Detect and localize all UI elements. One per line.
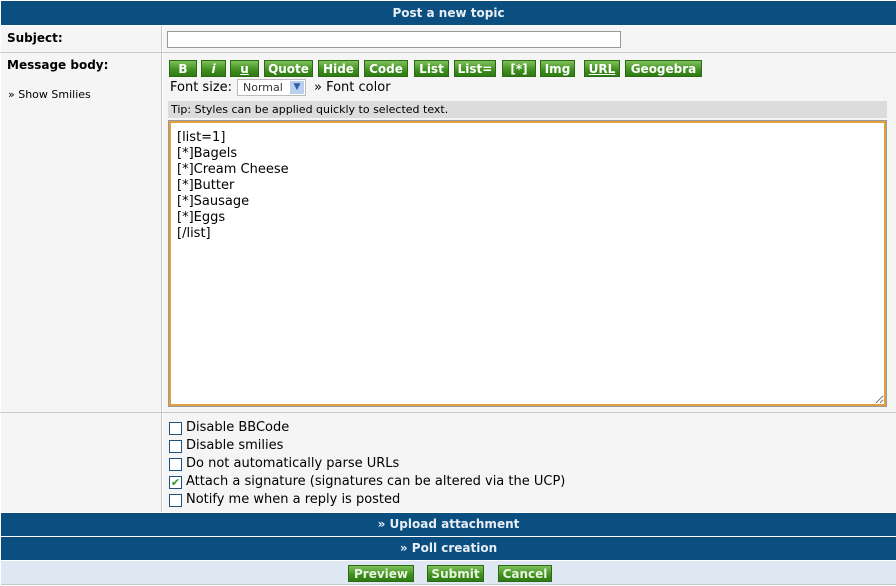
chevron-down-icon: ▼ xyxy=(290,81,304,94)
ordered-list-button[interactable]: List= xyxy=(454,60,496,77)
subject-input[interactable] xyxy=(167,31,621,48)
cancel-button[interactable]: Cancel xyxy=(498,565,552,582)
list-button[interactable]: List xyxy=(414,60,449,77)
option-attach-signature[interactable]: ✔ Attach a signature (signatures can be a… xyxy=(169,473,565,491)
image-button[interactable]: Img xyxy=(540,60,575,77)
tip-bar: Tip: Styles can be applied quickly to se… xyxy=(168,101,887,118)
show-smilies-link[interactable]: » Show Smilies xyxy=(8,88,91,101)
option-label: Disable smilies xyxy=(186,438,284,453)
option-disable-smilies[interactable]: Disable smilies xyxy=(169,437,283,455)
checkbox[interactable] xyxy=(169,493,182,507)
font-color-link[interactable]: » Font color xyxy=(314,80,391,95)
upload-attachment-toggle[interactable]: » Upload attachment xyxy=(1,513,896,536)
option-label: Attach a signature (signatures can be al… xyxy=(186,474,566,489)
option-label: Do not automatically parse URLs xyxy=(186,456,400,471)
list-item-button[interactable]: [*] xyxy=(502,60,536,77)
bold-button[interactable]: B xyxy=(169,60,197,77)
message-body-label: Message body: xyxy=(7,58,109,72)
geogebra-button[interactable]: Geogebra xyxy=(625,60,702,77)
message-body-textarea[interactable]: [list=1] [*]Bagels [*]Cream Cheese [*]Bu… xyxy=(168,120,887,407)
option-label: Disable BBCode xyxy=(186,420,290,435)
checkbox[interactable] xyxy=(169,421,182,435)
submit-button[interactable]: Submit xyxy=(427,565,484,582)
url-button[interactable]: URL xyxy=(584,60,620,77)
message-label-cell: Message body: » Show Smilies xyxy=(1,53,162,412)
font-size-value: Normal xyxy=(243,81,283,94)
option-notify-reply[interactable]: Notify me when a reply is posted xyxy=(169,491,400,509)
subject-input-cell xyxy=(163,26,896,52)
quote-button[interactable]: Quote xyxy=(264,60,313,77)
options-label-cell xyxy=(1,413,162,512)
option-disable-url-parse[interactable]: Do not automatically parse URLs xyxy=(169,455,399,473)
subject-label-cell: Subject: xyxy=(1,26,162,52)
underline-button[interactable]: u xyxy=(230,60,259,77)
italic-button[interactable]: i xyxy=(201,60,226,77)
font-size-label: Font size: xyxy=(170,80,233,95)
poll-creation-toggle[interactable]: » Poll creation xyxy=(1,537,896,560)
subject-label: Subject: xyxy=(7,31,63,45)
font-size-select[interactable]: Normal ▼ xyxy=(237,79,306,96)
checkbox[interactable] xyxy=(169,439,182,453)
checkbox[interactable] xyxy=(169,457,182,471)
checkbox-checked[interactable]: ✔ xyxy=(169,475,182,489)
option-label: Notify me when a reply is posted xyxy=(186,492,401,507)
code-button[interactable]: Code xyxy=(364,60,408,77)
option-disable-bbcode[interactable]: Disable BBCode xyxy=(169,419,289,437)
form-header: Post a new topic xyxy=(1,1,896,25)
hide-button[interactable]: Hide xyxy=(318,60,359,77)
preview-button[interactable]: Preview xyxy=(348,565,414,582)
